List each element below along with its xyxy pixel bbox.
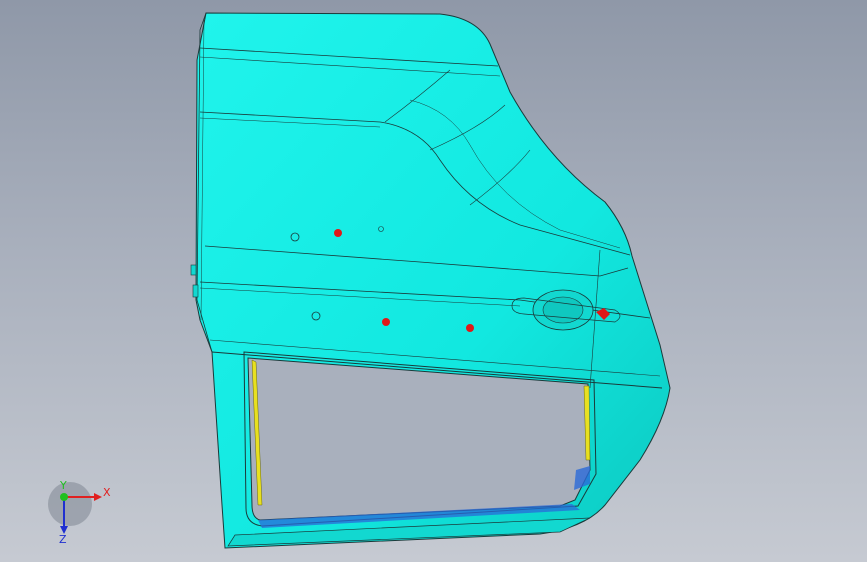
handle-pocket-inner <box>542 296 584 324</box>
z-axis-label: Z <box>59 533 67 546</box>
y-axis-dot <box>60 493 68 501</box>
graphics-viewport[interactable]: X Y Z <box>0 0 867 562</box>
hinge-upper[interactable] <box>190 264 197 276</box>
mount-hole-2[interactable] <box>382 318 390 326</box>
y-axis-label: Y <box>59 480 67 492</box>
triad-shadow <box>48 482 92 526</box>
mount-hole-1[interactable] <box>334 229 342 237</box>
hinge-lower[interactable] <box>192 284 199 298</box>
door-model[interactable] <box>0 0 867 562</box>
x-axis-head <box>94 493 102 501</box>
coordinate-triad: X Y Z <box>48 480 111 546</box>
mount-hole-3[interactable] <box>466 324 474 332</box>
x-axis-label: X <box>103 486 111 499</box>
window-opening <box>247 357 591 521</box>
